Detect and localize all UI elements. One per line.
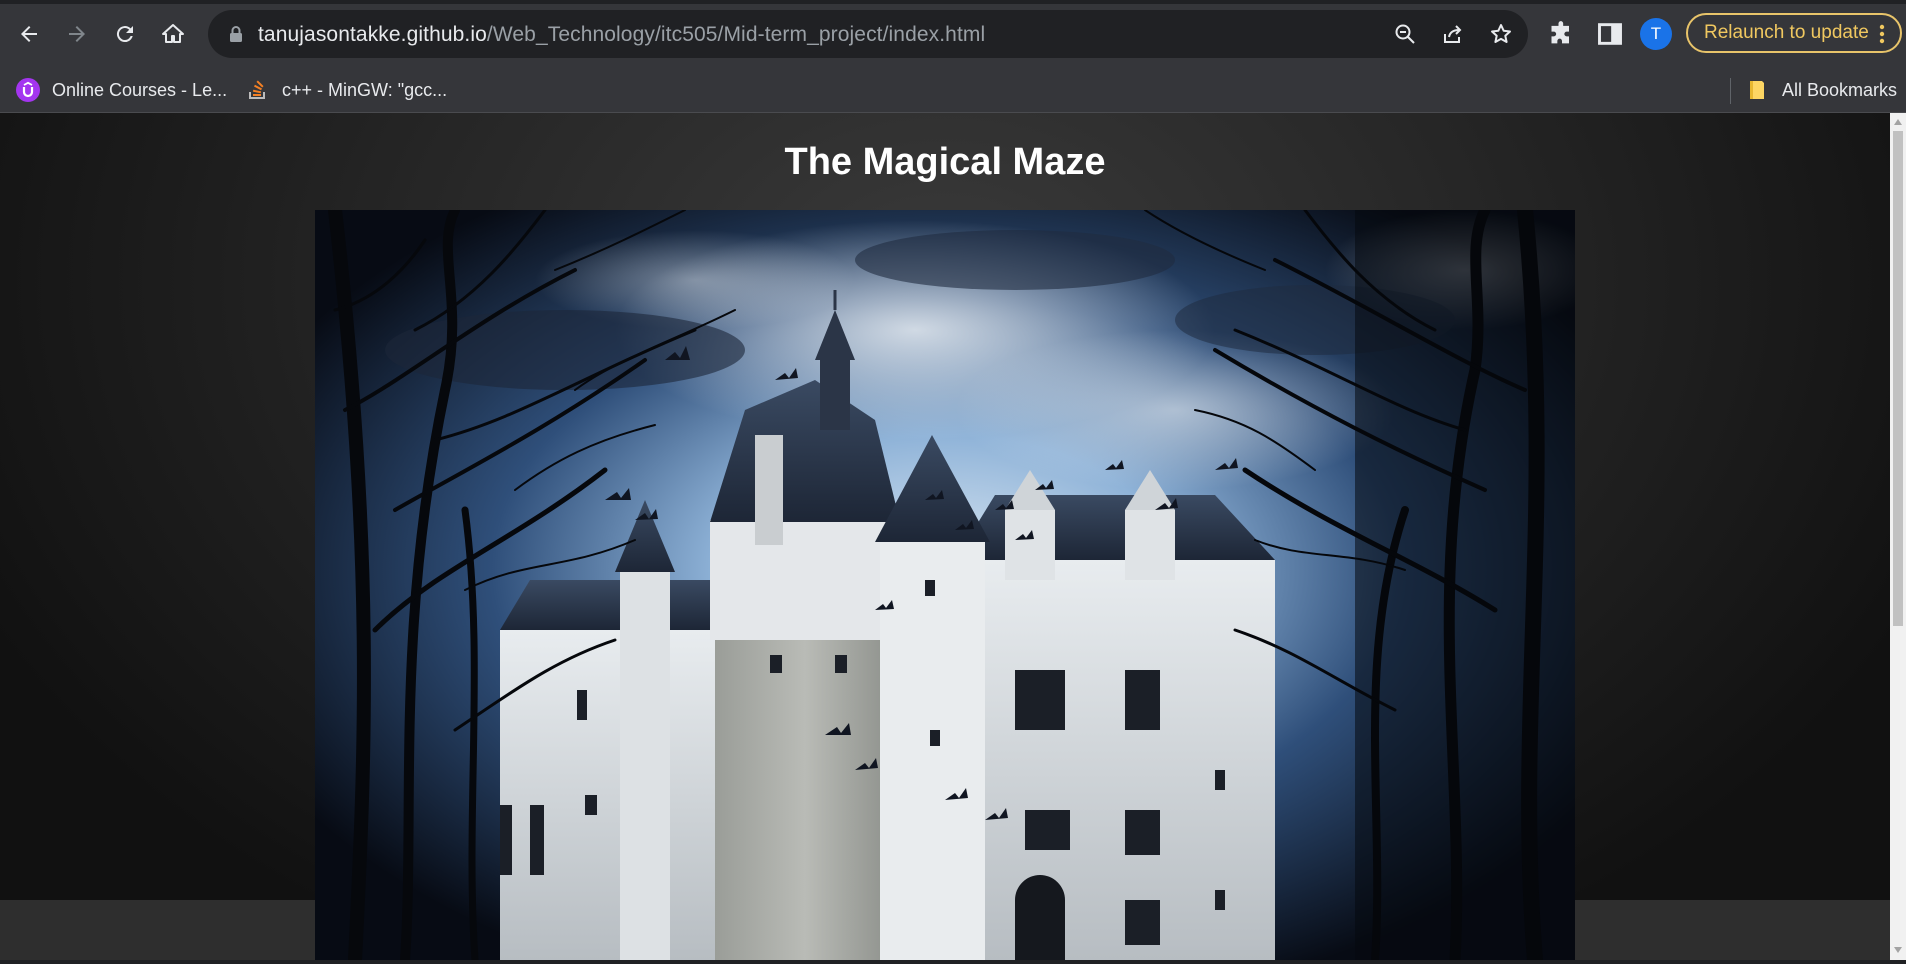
reload-button[interactable] xyxy=(107,16,143,52)
relaunch-label: Relaunch to update xyxy=(1704,22,1869,43)
arrow-right-icon xyxy=(69,26,85,42)
zoom-icon[interactable] xyxy=(1393,22,1417,46)
scroll-down-icon[interactable] xyxy=(1893,945,1903,955)
relaunch-button[interactable]: Relaunch to update xyxy=(1686,13,1902,53)
haunted-castle-image xyxy=(315,210,1575,960)
arrow-left-icon xyxy=(21,26,37,42)
share-icon[interactable] xyxy=(1441,22,1465,46)
stackoverflow-icon xyxy=(246,78,270,102)
tab-strip-edge xyxy=(0,0,1906,4)
avatar-letter: T xyxy=(1650,24,1662,43)
extensions-icon[interactable] xyxy=(1548,20,1576,48)
browser-toolbar: tanujasontakke.github.io/Web_Technology/… xyxy=(0,0,1906,68)
all-bookmarks-label: All Bookmarks xyxy=(1782,79,1898,100)
address-bar[interactable]: tanujasontakke.github.io/Web_Technology/… xyxy=(208,10,1528,58)
url-path: /Web_Technology/itc505/Mid-term_project/… xyxy=(486,23,986,46)
scrollbar-thumb[interactable] xyxy=(1893,131,1903,626)
bookmark-item-online-courses[interactable]: Online Courses - Le... xyxy=(16,76,227,104)
home-icon xyxy=(162,24,184,43)
more-menu-icon[interactable] xyxy=(1872,22,1892,46)
folder-icon xyxy=(1746,78,1770,102)
window-bottom-edge xyxy=(0,960,1906,964)
bookmark-label: c++ - MinGW: "gcc... xyxy=(282,79,448,100)
forward-button[interactable] xyxy=(59,16,95,52)
scroll-up-icon[interactable] xyxy=(1893,117,1903,127)
star-icon[interactable] xyxy=(1489,22,1513,46)
bookmarks-bar: Online Courses - Le... c++ - MinGW: "gcc… xyxy=(0,68,1906,113)
bookmark-label: Online Courses - Le... xyxy=(52,79,228,100)
home-button[interactable] xyxy=(155,16,191,52)
page-viewport: The Magical Maze xyxy=(0,113,1890,960)
page-scrollbar[interactable] xyxy=(1890,113,1906,960)
profile-avatar[interactable]: T xyxy=(1640,18,1672,50)
back-button[interactable] xyxy=(11,16,47,52)
all-bookmarks-button[interactable]: All Bookmarks xyxy=(1746,76,1897,104)
side-panel-icon[interactable] xyxy=(1596,20,1624,48)
url-text[interactable]: tanujasontakke.github.io/Web_Technology/… xyxy=(258,23,985,47)
url-host: tanujasontakke.github.io xyxy=(258,23,487,46)
bookmarks-divider xyxy=(1730,78,1731,104)
bookmark-item-mingw[interactable]: c++ - MinGW: "gcc... xyxy=(246,76,447,104)
reload-icon xyxy=(116,26,133,43)
castle-illustration xyxy=(315,210,1575,960)
udemy-icon xyxy=(16,78,40,102)
page-title: The Magical Maze xyxy=(784,141,1106,183)
lock-icon[interactable] xyxy=(226,24,246,44)
